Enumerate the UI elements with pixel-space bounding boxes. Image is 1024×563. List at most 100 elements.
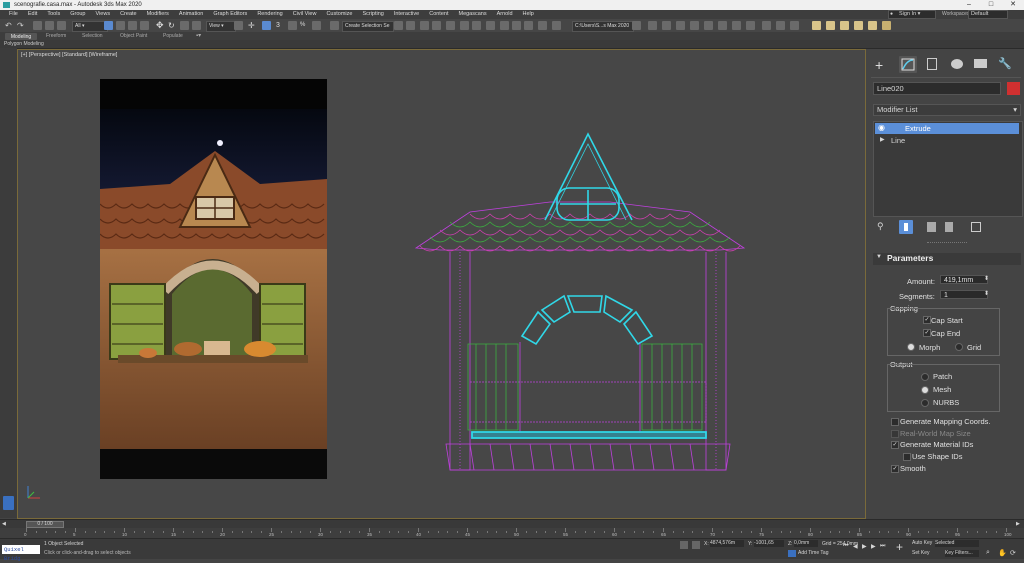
arnold-volume-icon[interactable] xyxy=(718,21,727,30)
grid-radio[interactable] xyxy=(955,343,963,351)
play-icon[interactable]: ▶ xyxy=(862,543,867,550)
arnold-render-icon[interactable] xyxy=(648,21,657,30)
menu-item-graph-editors[interactable]: Graph Editors xyxy=(213,11,247,17)
key-mode-dropdown[interactable]: Selected xyxy=(935,540,979,547)
remove-modifier-icon[interactable] xyxy=(945,222,953,232)
spinner-snap-icon[interactable] xyxy=(312,21,321,30)
megascans-shelf-icon[interactable] xyxy=(812,21,821,30)
real-world-checkbox[interactable] xyxy=(891,430,899,438)
schematic-view-icon[interactable] xyxy=(472,21,481,30)
mirror-icon[interactable] xyxy=(394,21,403,30)
menu-item-interactive[interactable]: Interactive xyxy=(394,11,419,17)
tab-object-paint[interactable]: Object Paint xyxy=(120,32,147,40)
utilities-icon[interactable]: 🔧 xyxy=(998,57,1012,70)
redo-icon[interactable]: ↷ xyxy=(17,21,26,30)
stack-item-line[interactable]: ▶ Line xyxy=(875,135,1019,146)
patch-radio[interactable] xyxy=(921,373,929,381)
toggle-ribbon-icon[interactable] xyxy=(446,21,455,30)
parameters-rollout-header[interactable]: ▼ Parameters xyxy=(873,253,1021,265)
rendered-frame-window-icon[interactable] xyxy=(512,21,521,30)
configure-modifier-sets-icon[interactable] xyxy=(971,222,981,232)
key-filters-button[interactable]: Key Filters... xyxy=(945,550,979,557)
window-crossing-icon[interactable] xyxy=(140,21,149,30)
zoom-icon[interactable]: ⌕ xyxy=(986,549,990,557)
reference-coord-dropdown[interactable]: View ▾ xyxy=(206,21,236,32)
tab-selection[interactable]: Selection xyxy=(82,32,103,40)
megascans-settings-icon[interactable] xyxy=(868,21,877,30)
menu-item-edit[interactable]: Edit xyxy=(28,11,37,17)
auto-key-button[interactable]: Auto Key xyxy=(912,540,932,546)
gen-material-checkbox[interactable]: ✓ xyxy=(891,441,899,449)
menu-item-tools[interactable]: Tools xyxy=(47,11,60,17)
modify-icon[interactable] xyxy=(899,56,917,73)
angle-snap-icon[interactable] xyxy=(288,21,297,30)
menu-item-content[interactable]: Content xyxy=(429,11,448,17)
time-slider-thumb[interactable]: 0 / 100 xyxy=(26,521,64,528)
cap-start-checkbox[interactable]: ✓ xyxy=(923,316,931,324)
selection-lock-icon[interactable] xyxy=(692,541,700,549)
align-icon[interactable] xyxy=(406,21,415,30)
tab-modeling[interactable]: Modeling xyxy=(5,33,37,40)
arnold-log-icon[interactable] xyxy=(704,21,713,30)
pin-stack-icon[interactable]: ⚲ xyxy=(877,221,884,232)
bind-space-warp-icon[interactable] xyxy=(57,21,66,30)
toggle-scene-explorer-icon[interactable] xyxy=(420,21,429,30)
select-manipulate-icon[interactable]: ✛ xyxy=(248,21,257,30)
megascans-import-icon[interactable] xyxy=(840,21,849,30)
go-to-start-icon[interactable]: ⏮ xyxy=(843,543,848,550)
menu-item-file[interactable]: File xyxy=(9,11,18,17)
sign-in-dropdown[interactable]: Sign In ▾ xyxy=(888,10,936,19)
viewport-label[interactable]: [+] [Perspective] [Standard] [Wireframe] xyxy=(21,52,117,58)
menu-item-civil-view[interactable]: Civil View xyxy=(293,11,317,17)
spinner-arrows-icon[interactable]: ⬍ xyxy=(984,275,989,282)
use-shape-checkbox[interactable] xyxy=(903,453,911,461)
render-production-icon[interactable] xyxy=(524,21,533,30)
menu-item-rendering[interactable]: Rendering xyxy=(257,11,282,17)
workspace-dropdown[interactable]: Default xyxy=(968,10,1008,19)
hierarchy-icon[interactable] xyxy=(927,58,937,70)
project-folder-dropdown[interactable]: C:\Users\S...s Max 2020 ▾ xyxy=(572,21,634,38)
make-unique-icon[interactable] xyxy=(927,222,936,232)
maxscript-listener[interactable]: Quixel Bridg xyxy=(2,545,40,562)
previous-frame-icon[interactable]: ◀ xyxy=(853,543,858,550)
render-in-cloud-icon[interactable] xyxy=(538,21,547,30)
segments-spinner[interactable]: 1 xyxy=(940,290,988,299)
render-setup-icon[interactable] xyxy=(500,21,509,30)
maximize-button[interactable]: □ xyxy=(980,0,1002,10)
add-time-tag[interactable]: Add Time Tag xyxy=(798,550,828,556)
arnold-tools-icon[interactable] xyxy=(762,21,771,30)
z-coordinate-field[interactable]: 0,0mm xyxy=(794,540,818,547)
scale-icon[interactable] xyxy=(180,21,189,30)
spinner-arrows-icon[interactable]: ⬍ xyxy=(984,290,989,297)
tab-freeform[interactable]: Freeform xyxy=(46,32,66,40)
a360-gallery-icon[interactable] xyxy=(552,21,561,30)
menu-item-group[interactable]: Group xyxy=(70,11,85,17)
x-coordinate-field[interactable]: 4874,576m xyxy=(710,540,744,547)
smooth-checkbox[interactable]: ✓ xyxy=(891,465,899,473)
expand-arrow-icon[interactable]: ▶ xyxy=(880,136,885,143)
minimize-button[interactable]: – xyxy=(958,0,980,10)
menu-item-customize[interactable]: Customize xyxy=(326,11,352,17)
pan-icon[interactable]: ✋ xyxy=(998,549,1007,557)
megascans-export-icon[interactable] xyxy=(854,21,863,30)
percent-snap-icon[interactable]: % xyxy=(300,21,309,30)
arnold-shader-icon[interactable] xyxy=(690,21,699,30)
arnold-sphere-icon[interactable] xyxy=(776,21,785,30)
set-key-button[interactable]: Set Key xyxy=(912,550,930,556)
object-color-swatch[interactable] xyxy=(1007,82,1020,95)
y-coordinate-field[interactable]: -1001,65 xyxy=(754,540,784,547)
arnold-procedural-icon[interactable] xyxy=(732,21,741,30)
nurbs-radio[interactable] xyxy=(921,399,929,407)
menu-item-animation[interactable]: Animation xyxy=(179,11,203,17)
pivot-center-icon[interactable] xyxy=(234,21,243,30)
menu-item-modifiers[interactable]: Modifiers xyxy=(147,11,169,17)
show-end-result-icon[interactable] xyxy=(899,220,913,234)
display-icon[interactable] xyxy=(974,59,987,68)
object-name-field[interactable]: Line020 xyxy=(873,82,1001,95)
timeline-left-arrow-icon[interactable]: ◀ xyxy=(2,521,6,527)
tab-populate[interactable]: Populate xyxy=(163,32,183,40)
select-by-name-icon[interactable] xyxy=(116,21,125,30)
timeline-right-arrow-icon[interactable]: ▶ xyxy=(1016,521,1020,527)
perspective-viewport[interactable]: [+] [Perspective] [Standard] [Wireframe] xyxy=(17,49,866,519)
set-project-folder-icon[interactable] xyxy=(632,21,641,30)
